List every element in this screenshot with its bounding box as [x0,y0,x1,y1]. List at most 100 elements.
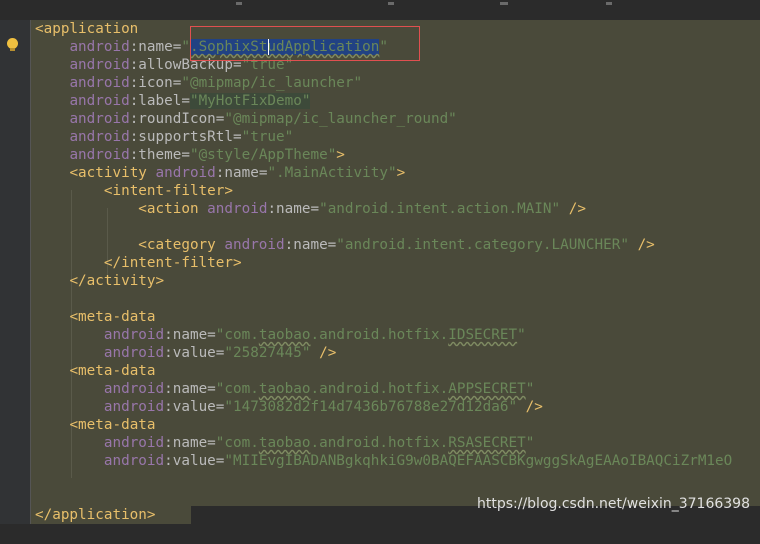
xml-attribute: :name= [129,39,182,55]
xml-value: " [525,381,535,397]
xml-tag: <action [138,201,199,217]
xml-namespace: android [69,57,130,73]
xml-attribute: :name= [164,327,216,343]
xml-namespace: android [155,165,216,181]
code-line[interactable]: android:value="MIIEvgIBADANBgkqhkiG9w0BA… [35,452,732,470]
watermark: https://blog.csdn.net/weixin_37166398 [476,496,750,512]
xml-value: "com. [215,327,259,343]
xml-attribute: :name= [284,237,337,253]
xml-namespace: android [103,399,165,415]
code-line[interactable]: android:supportsRtl="true" [35,128,293,146]
xml-value: RSASECRET [448,435,526,451]
code-line[interactable]: android:icon="@mipmap/ic_launcher" [35,74,362,92]
xml-value: taobao [258,381,311,397]
xml-tag: </application> [35,507,156,523]
xml-tag: /> [637,237,655,253]
xml-attribute: :name= [267,201,320,217]
code-line[interactable]: <action android:name="android.intent.act… [35,200,586,218]
xml-tag: > [396,165,406,181]
xml-tag: <category [138,237,216,253]
xml-tag: > [336,147,345,163]
code-line[interactable]: android:value="1473082d2f14d7436b76788e2… [35,398,543,416]
code-line[interactable]: <application [35,20,138,38]
xml-namespace: android [207,201,268,217]
editor-gutter[interactable] [0,20,31,524]
code-line[interactable]: android:name="com.taobao.android.hotfix.… [35,380,534,398]
xml-namespace: android [69,111,130,127]
xml-value: "@mipmap/ic_launcher" [181,75,363,91]
highlight-box [190,26,420,61]
xml-tag: </activity> [69,273,165,289]
code-line[interactable]: <meta-data [35,308,155,326]
code-line[interactable]: android:roundIcon="@mipmap/ic_launcher_r… [35,110,457,128]
xml-attribute: :value= [164,399,225,415]
xml-tag: <application [35,21,139,37]
xml-tag: /> [319,345,337,361]
xml-attribute: :icon= [129,75,182,91]
xml-namespace: android [103,435,165,451]
tab-fragment [388,2,394,5]
code-line[interactable]: <activity android:name=".MainActivity"> [35,164,405,182]
code-editor[interactable]: <application android:name=".SophixStudAp… [31,20,760,544]
code-line[interactable]: android:name="com.taobao.android.hotfix.… [35,326,526,344]
xml-namespace: android [103,381,165,397]
xml-tag: <meta-data [69,363,156,379]
editor-tab-strip [0,0,760,21]
xml-value: "MIIEvgIBADANBgkqhkiG9w0BAQEFAASCBKgwggS… [224,453,733,469]
xml-namespace: android [103,345,165,361]
xml-namespace: android [103,453,165,469]
xml-value: "android.intent.action.MAIN" [319,201,561,217]
xml-value: "1473082d2f14d7436b76788e27d12da6" [224,399,518,415]
xml-value: "25827445" [224,345,311,361]
xml-value: ".MainActivity" [267,165,397,181]
xml-attribute: :supportsRtl= [129,129,242,145]
xml-value: APPSECRET [448,381,526,397]
code-line[interactable]: </intent-filter> [35,254,242,272]
xml-namespace: android [69,75,130,91]
xml-value: "true" [241,129,294,145]
xml-attribute: :name= [215,165,268,181]
xml-attribute: :roundIcon= [129,111,225,127]
code-line[interactable]: android:value="25827445" /> [35,344,336,362]
xml-tag: <activity [69,165,147,181]
xml-namespace: android [69,39,130,55]
lightbulb-icon[interactable] [7,38,18,51]
xml-namespace: android [69,129,130,145]
xml-tag: /> [568,201,586,217]
xml-namespace: android [69,147,130,163]
xml-attribute: :name= [164,435,216,451]
tab-fragment [236,2,242,5]
xml-value: .android.hotfix. [310,435,449,451]
xml-tag: </intent-filter> [103,255,242,271]
code-line[interactable]: </activity> [35,272,164,290]
code-line[interactable]: android:theme="@style/AppTheme"> [35,146,345,164]
xml-value: .android.hotfix. [310,381,449,397]
xml-attribute: :value= [164,453,225,469]
xml-attribute: :label= [129,93,190,109]
xml-value: " [517,327,526,343]
code-line[interactable]: <meta-data [35,416,156,434]
xml-tag: <intent-filter> [103,183,233,199]
xml-value: "com. [215,435,259,451]
xml-attribute: :theme= [129,147,190,163]
xml-value: "MyHotFixDemo" [189,93,311,109]
xml-value: .android.hotfix. [310,327,449,343]
xml-value: " [525,435,535,451]
xml-attribute: :name= [164,381,216,397]
xml-value: "com. [215,381,259,397]
xml-tag: /> [525,399,543,415]
code-line[interactable]: <category android:name="android.intent.c… [35,236,655,254]
xml-value: "@mipmap/ic_launcher_round" [224,111,457,127]
tab-fragment [500,2,508,5]
code-line[interactable]: <meta-data [35,362,156,380]
code-line[interactable]: </application> [35,506,156,524]
code-line[interactable]: android:name="com.taobao.android.hotfix.… [35,434,534,452]
xml-tag: <meta-data [69,417,156,433]
code-line[interactable]: android:label="MyHotFixDemo" [35,92,311,110]
xml-namespace: android [103,327,165,343]
xml-namespace: android [224,237,285,253]
xml-namespace: android [69,93,130,109]
code-line[interactable]: <intent-filter> [35,182,233,200]
xml-value: taobao [258,327,311,343]
xml-value: " [181,39,190,55]
